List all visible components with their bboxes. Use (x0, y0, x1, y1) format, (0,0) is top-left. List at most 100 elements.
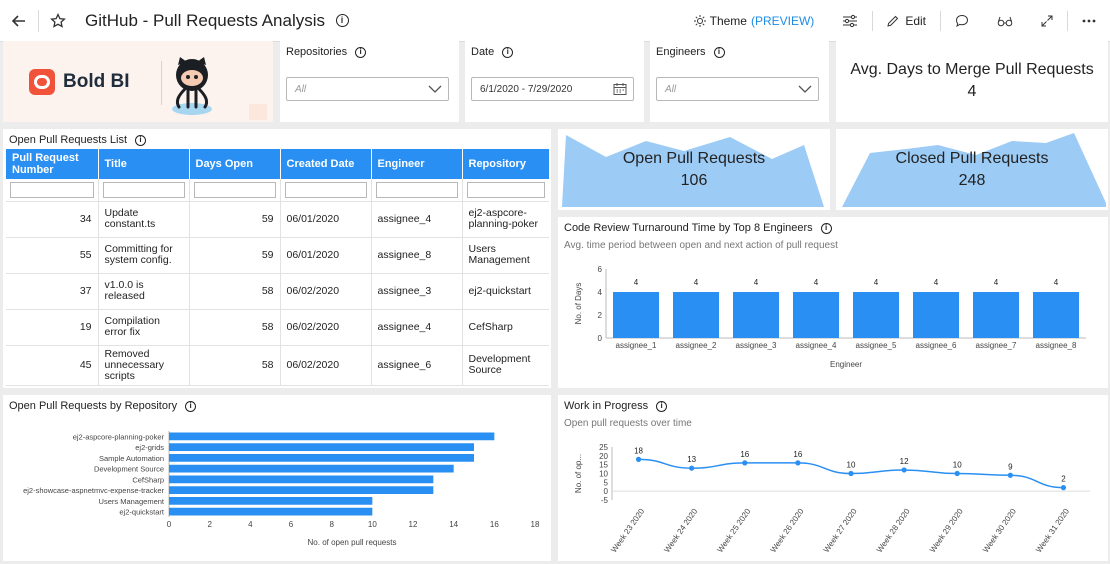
y-tick-label: 5 (604, 478, 609, 487)
wip-line-chart: -50510152025 18Week 23 202013Week 24 2020… (574, 443, 1090, 555)
filter-settings-button[interactable] (828, 0, 872, 42)
data-label: 10 (847, 461, 856, 470)
avg-days-kpi-label: Avg. Days to Merge Pull Requests (850, 61, 1094, 78)
closed-pr-sparkline-area (842, 133, 1106, 207)
column-filter-input[interactable] (284, 181, 367, 198)
theme-button[interactable]: Theme (PREVIEW) (680, 0, 829, 42)
bar (793, 292, 839, 338)
open-pr-table: Pull Request Number Title Days Open Crea… (6, 149, 549, 386)
info-icon[interactable]: i (502, 46, 514, 58)
filter-row (6, 179, 549, 202)
date-filter-card: Date i 6/1/2020 - 7/29/2020 (465, 41, 644, 122)
table-row[interactable]: 34 Update constant.ts 59 06/01/2020 assi… (6, 201, 549, 238)
table-cell: assignee_6 (371, 345, 463, 386)
table-cell: 19 (6, 309, 99, 346)
table-row[interactable]: 45 Removed unnecessary scripts 58 06/02/… (6, 345, 549, 386)
column-filter-input[interactable] (102, 181, 185, 198)
filter-cell (98, 179, 190, 202)
repositories-dropdown-value: All (295, 83, 307, 95)
sliders-icon (843, 14, 858, 28)
star-icon[interactable] (45, 8, 71, 34)
y-axis-title: No. of Days (574, 283, 583, 325)
top-bar: GitHub - Pull Requests Analysis i Theme … (0, 0, 1110, 42)
data-label: 16 (793, 450, 802, 459)
column-filter-input[interactable] (193, 181, 276, 198)
comments-button[interactable] (941, 0, 983, 42)
toolbar-actions: Theme (PREVIEW) Edit (680, 0, 1110, 42)
table-cell: Users Management (462, 237, 549, 274)
x-tick-label: 14 (449, 520, 458, 529)
x-tick-label: Week 28 2020 (875, 507, 912, 555)
table-cell: Compilation error fix (98, 309, 190, 346)
decor-shape (249, 104, 267, 120)
table-cell: Removed unnecessary scripts (98, 345, 190, 386)
edit-button[interactable]: Edit (873, 0, 940, 42)
glasses-icon (997, 16, 1013, 27)
data-point (742, 460, 748, 466)
x-tick-label: assignee_5 (856, 341, 897, 350)
data-label: 4 (694, 278, 699, 287)
open-pr-list-card: Open Pull Requests List i Pull Request Nu… (3, 129, 551, 388)
data-point (954, 470, 960, 477)
table-row[interactable]: 37 v1.0.0 is released 58 06/02/2020 assi… (6, 273, 549, 310)
date-range-picker[interactable]: 6/1/2020 - 7/29/2020 (471, 77, 634, 101)
data-label: 2 (1061, 475, 1066, 484)
bar (973, 292, 1019, 338)
table-cell: 06/02/2020 (280, 345, 372, 386)
bar (613, 292, 659, 338)
column-filter-input[interactable] (466, 181, 545, 198)
column-header-pr-number[interactable]: Pull Request Number (6, 149, 99, 179)
y-tick-label: Development Source (94, 465, 164, 474)
table-header-row: Pull Request Number Title Days Open Crea… (6, 149, 549, 179)
y-axis-title: No. of op... (574, 454, 583, 493)
column-header-created-date[interactable]: Created Date (280, 149, 372, 179)
repo-chart-card: Open Pull Requests by Repository i 024681… (3, 395, 551, 561)
table-cell: v1.0.0 is released (98, 273, 190, 310)
y-tick-label: 4 (598, 288, 603, 297)
repositories-dropdown[interactable]: All (286, 77, 449, 101)
x-tick-label: assignee_2 (676, 341, 717, 350)
column-header-engineer[interactable]: Engineer (371, 149, 463, 179)
bar (169, 507, 373, 516)
x-axis-title: No. of open pull requests (308, 538, 397, 547)
open-pr-kpi-card: Open Pull Requests 106 (558, 129, 830, 210)
open-pr-sparkline-area (562, 135, 824, 207)
column-header-title[interactable]: Title (98, 149, 190, 179)
closed-pr-kpi-label: Closed Pull Requests (895, 150, 1049, 167)
engineers-filter-label: Engineers i (656, 46, 725, 58)
more-icon (1082, 19, 1096, 23)
fullscreen-button[interactable] (1027, 0, 1067, 42)
column-filter-input[interactable] (10, 181, 94, 198)
engineers-dropdown[interactable]: All (656, 77, 819, 101)
table-cell: 58 (189, 345, 281, 386)
table-cell: CefSharp (462, 309, 549, 346)
y-tick-label: Users Management (99, 497, 165, 506)
y-tick-label: 10 (599, 470, 608, 479)
table-cell: 55 (6, 237, 99, 274)
expand-icon (1041, 15, 1053, 27)
info-icon[interactable]: i (329, 8, 355, 34)
y-tick-label: Sample Automation (99, 454, 164, 463)
table-cell: ej2-quickstart (462, 273, 549, 310)
data-point (901, 467, 907, 473)
table-row[interactable]: 55 Committing for system config. 59 06/0… (6, 237, 549, 274)
column-header-days-open[interactable]: Days Open (189, 149, 281, 179)
info-icon[interactable]: i (135, 134, 147, 146)
column-header-repository[interactable]: Repository (462, 149, 549, 179)
table-cell: 06/02/2020 (280, 273, 372, 310)
back-arrow-icon[interactable] (6, 8, 32, 34)
x-tick-label: Week 24 2020 (662, 507, 699, 555)
view-button[interactable] (983, 0, 1027, 42)
bar (169, 454, 474, 462)
data-label: 16 (740, 450, 749, 459)
column-filter-input[interactable] (375, 181, 458, 198)
x-tick-label: Week 29 2020 (928, 507, 965, 555)
info-icon[interactable]: i (355, 46, 367, 58)
info-icon[interactable]: i (713, 46, 725, 58)
table-cell: 58 (189, 309, 281, 346)
table-cell: 34 (6, 201, 99, 238)
bar (853, 292, 899, 338)
more-options-button[interactable] (1068, 0, 1110, 42)
table-row[interactable]: 19 Compilation error fix 58 06/02/2020 a… (6, 309, 549, 346)
x-tick-label: assignee_3 (736, 341, 777, 350)
